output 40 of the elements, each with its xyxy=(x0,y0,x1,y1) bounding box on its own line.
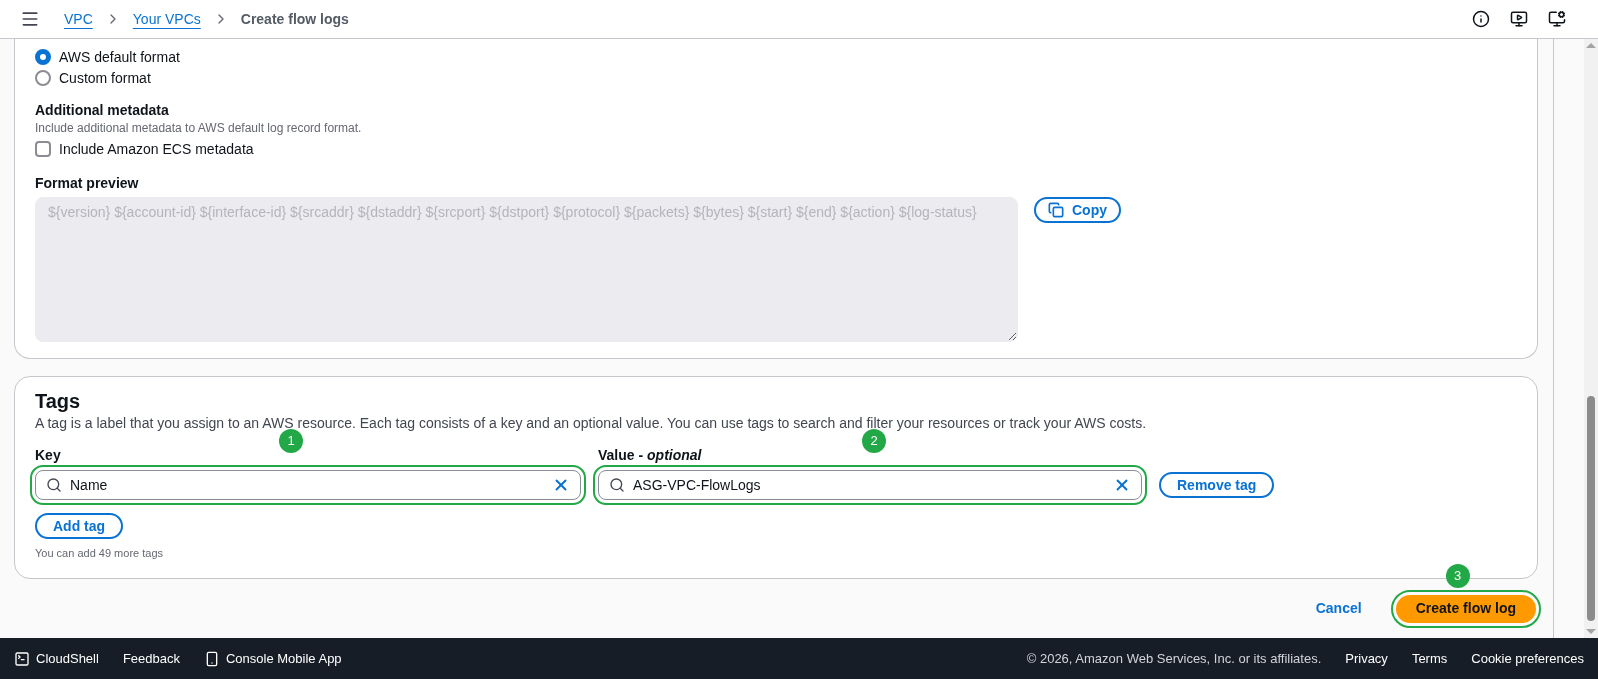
copy-icon xyxy=(1048,202,1064,218)
copyright-text: © 2026, Amazon Web Services, Inc. or its affiliates. xyxy=(1026,649,1322,668)
field-value: ASG-VPC-FlowLogs xyxy=(633,474,1105,496)
section-heading: Additional metadata xyxy=(35,101,170,120)
radio-button[interactable] xyxy=(35,70,51,86)
field-label: Format preview xyxy=(35,174,140,193)
cancel-button[interactable]: Cancel xyxy=(1315,598,1362,619)
remove-tag-button[interactable]: Remove tag xyxy=(1159,472,1275,498)
footer-link[interactable]: Terms xyxy=(1411,648,1448,669)
field-label: Value - optional xyxy=(598,446,703,465)
monitor-icon[interactable] xyxy=(1510,10,1528,28)
menu-icon[interactable] xyxy=(20,9,40,29)
footer-link[interactable]: Privacy xyxy=(1345,648,1388,669)
radio-label: AWS default format xyxy=(59,48,180,67)
radio-label: Custom format xyxy=(59,69,151,88)
search-icon xyxy=(46,477,62,493)
checkbox-label: Include Amazon ECS metadata xyxy=(59,140,254,159)
add-tag-button[interactable]: Add tag xyxy=(35,513,124,539)
step-badge: 2 xyxy=(862,429,886,453)
checkbox[interactable] xyxy=(35,141,51,157)
breadcrumb-link[interactable]: VPC xyxy=(64,8,93,30)
scrollbar-thumb[interactable] xyxy=(1587,396,1595,621)
copy-button[interactable]: Copy xyxy=(1034,197,1121,223)
card-title: Tags xyxy=(35,389,82,413)
search-icon xyxy=(609,477,625,493)
field-label: Key xyxy=(35,446,62,465)
radio-button[interactable] xyxy=(35,49,51,65)
tag-limit-hint: You can add 49 more tags xyxy=(35,546,165,561)
field-value: Name xyxy=(70,474,544,496)
monitor-icon[interactable] xyxy=(1548,10,1566,28)
footer-link[interactable]: CloudShell xyxy=(14,648,99,669)
breadcrumb-link[interactable]: Your VPCs xyxy=(132,8,201,30)
footer-link[interactable]: Console Mobile App xyxy=(203,648,342,669)
step-badge: 1 xyxy=(279,429,303,453)
footer-link[interactable]: Cookie preferences xyxy=(1471,648,1584,669)
info-icon[interactable] xyxy=(1472,10,1490,28)
footer-link[interactable]: Feedback xyxy=(122,648,180,669)
terminal-icon xyxy=(14,650,30,667)
breadcrumb-current: Create flow logs xyxy=(240,9,349,29)
section-description: Include additional metadata to AWS default log record format. xyxy=(35,120,363,136)
